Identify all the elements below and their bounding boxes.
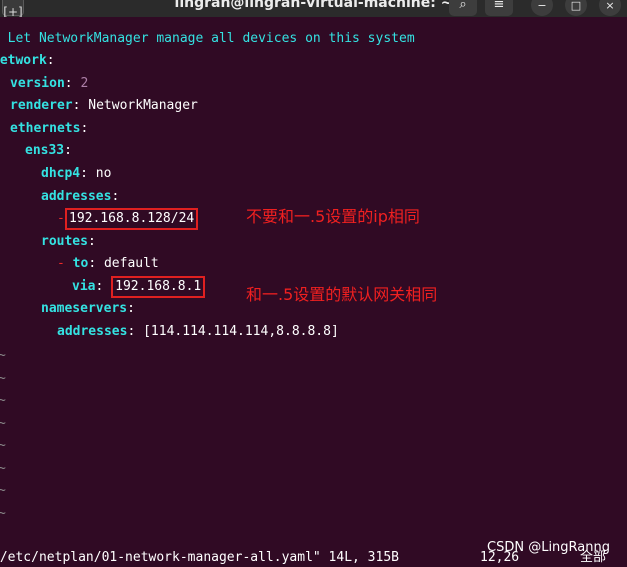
- menu-button[interactable]: ≡: [485, 0, 513, 16]
- ns-addresses-value: [114.114.114.114,8.8.8.8]: [143, 324, 339, 339]
- via-value: 192.168.8.1: [115, 279, 202, 294]
- empty-line-marker: ~: [0, 348, 6, 363]
- config-comment: # Let NetworkManager manage all devices …: [0, 31, 415, 46]
- empty-line-marker: ~: [0, 438, 6, 453]
- empty-line-marker: ~: [0, 416, 6, 431]
- ethernets-line: ethernets:: [10, 121, 89, 136]
- version-key: version: [10, 76, 65, 91]
- route-to-line: - to: default: [57, 256, 159, 271]
- renderer-key: renderer: [10, 98, 73, 113]
- dhcp4-line: dhcp4: no: [41, 166, 112, 181]
- watermark: CSDN @LingRanng: [487, 540, 610, 555]
- empty-line-marker: ~: [0, 461, 6, 476]
- address-highlight-box: 192.168.8.128/24: [65, 208, 206, 230]
- ip-annotation: 不要和一.5设置的ip相同: [246, 207, 420, 226]
- nameservers-line: nameservers:: [41, 301, 135, 316]
- empty-line-marker: ~: [0, 371, 6, 386]
- minimize-icon: −: [537, 0, 547, 12]
- dhcp4-key: dhcp4: [41, 166, 81, 181]
- close-button[interactable]: ×: [599, 0, 621, 16]
- search-icon: ⌕: [459, 0, 467, 12]
- dhcp4-value: no: [95, 166, 112, 181]
- close-icon: ×: [605, 0, 615, 12]
- ns-addresses-key: addresses: [57, 324, 128, 339]
- via-highlight-box: 192.168.8.1: [111, 276, 206, 298]
- empty-line-marker: ~: [0, 483, 6, 498]
- route-via-line: via: 192.168.8.1: [72, 276, 206, 298]
- ns-addresses-line: addresses: [114.114.114.114,8.8.8.8]: [57, 324, 339, 339]
- via-key: via: [72, 279, 96, 294]
- renderer-value: NetworkManager: [88, 98, 198, 113]
- addresses-key: addresses: [41, 189, 112, 204]
- network-key: network: [0, 53, 47, 68]
- ethernets-key: ethernets: [10, 121, 81, 136]
- empty-line-marker: ~: [0, 393, 6, 408]
- version-line: version: 2: [10, 76, 89, 91]
- routes-key: routes: [41, 234, 88, 249]
- renderer-line: renderer: NetworkManager: [10, 98, 198, 113]
- file-info: "/etc/netplan/01-network-manager-all.yam…: [0, 550, 399, 565]
- addresses-line: addresses:: [41, 189, 120, 204]
- routes-line: routes:: [41, 234, 96, 249]
- nameservers-key: nameservers: [41, 301, 128, 316]
- maximize-button[interactable]: □: [565, 0, 587, 16]
- to-value: default: [103, 256, 159, 271]
- window-title-bar: [+] lingran@lingran-virtual-machine: ~ ⌕…: [0, 0, 627, 17]
- address-value: 192.168.8.128/24: [69, 211, 195, 226]
- maximize-icon: □: [570, 0, 582, 12]
- gateway-annotation: 和一.5设置的默认网关相同: [246, 285, 438, 304]
- version-value: 2: [80, 76, 89, 91]
- minimize-button[interactable]: −: [531, 0, 553, 16]
- empty-line-marker: ~: [0, 506, 6, 521]
- network-line: network:: [0, 50, 55, 72]
- to-key: to: [72, 256, 89, 271]
- address-item-line: -192.168.8.128/24: [57, 208, 199, 230]
- search-button[interactable]: ⌕: [449, 0, 477, 16]
- interface-key: ens33: [25, 143, 65, 158]
- hamburger-menu-icon: ≡: [493, 0, 505, 12]
- interface-line: ens33:: [25, 143, 72, 158]
